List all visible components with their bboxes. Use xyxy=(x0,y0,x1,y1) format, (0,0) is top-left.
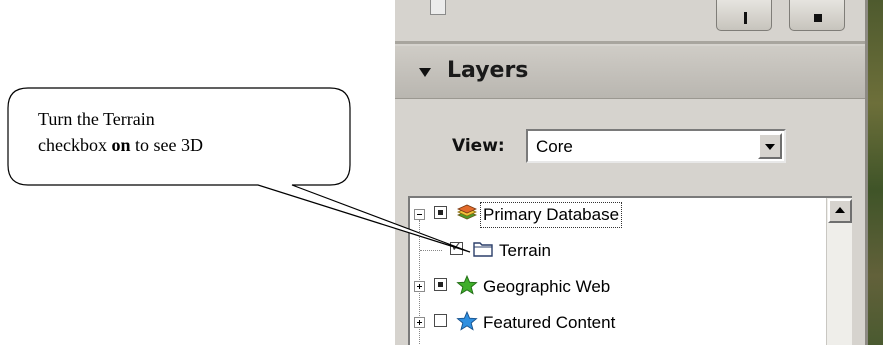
scroll-up-button[interactable] xyxy=(828,199,852,223)
chevron-down-icon xyxy=(765,144,775,150)
terrain-checkbox[interactable] xyxy=(450,240,463,255)
view-label: View: xyxy=(452,136,505,156)
collapse-minus-icon[interactable] xyxy=(414,209,425,220)
tree-item-label: Primary Database xyxy=(479,202,623,228)
layers-header[interactable]: Layers xyxy=(395,46,865,99)
layers-side-panel: Layers View: Core Primary Database ✓ Ter… xyxy=(395,0,865,345)
toolbar-glyph-icon xyxy=(814,14,822,22)
green-star-icon xyxy=(456,275,478,295)
toolbar-glyph-icon xyxy=(744,12,747,24)
tree-item-primary-database[interactable]: Primary Database xyxy=(410,198,852,232)
tree-item-label: Geographic Web xyxy=(483,277,611,296)
panel-top-toolbar xyxy=(395,0,865,40)
view-dropdown-button[interactable] xyxy=(758,133,782,159)
expand-plus-icon[interactable] xyxy=(414,281,425,292)
view-row: View: Core xyxy=(395,100,865,190)
tree-item-geographic-web[interactable]: Geographic Web xyxy=(410,270,852,304)
tree-scrollbar[interactable] xyxy=(826,198,852,345)
toolbar-button-b[interactable] xyxy=(789,0,845,31)
map-view-edge[interactable] xyxy=(865,0,883,345)
primary-database-checkbox[interactable] xyxy=(434,206,447,219)
chevron-up-icon xyxy=(835,207,845,213)
folder-icon xyxy=(473,242,493,257)
toolbar-button-a[interactable] xyxy=(716,0,772,31)
tree-item-label: Featured Content xyxy=(483,313,616,332)
slider-thumb[interactable] xyxy=(430,0,446,15)
database-layers-icon xyxy=(457,204,477,220)
view-select-value: Core xyxy=(536,137,573,156)
tree-item-label: Terrain xyxy=(499,241,551,260)
callout-line-2: checkbox on to see 3D xyxy=(38,135,203,155)
geographic-web-checkbox[interactable] xyxy=(434,278,447,291)
panel-divider xyxy=(395,41,865,44)
callout-text: Turn the Terrain checkbox on to see 3D xyxy=(38,106,328,158)
featured-content-checkbox[interactable] xyxy=(434,314,447,327)
view-select[interactable]: Core xyxy=(526,129,786,163)
blue-star-icon xyxy=(456,311,478,331)
tree-item-terrain[interactable]: Terrain xyxy=(410,234,852,268)
callout-line-1: Turn the Terrain xyxy=(38,109,155,129)
expand-plus-icon[interactable] xyxy=(414,317,425,328)
layers-title: Layers xyxy=(447,58,529,83)
collapse-triangle-icon[interactable] xyxy=(419,68,431,77)
layers-tree: Primary Database Terrain Geographic Web xyxy=(408,196,852,345)
tree-item-featured-content[interactable]: Featured Content xyxy=(410,306,852,340)
